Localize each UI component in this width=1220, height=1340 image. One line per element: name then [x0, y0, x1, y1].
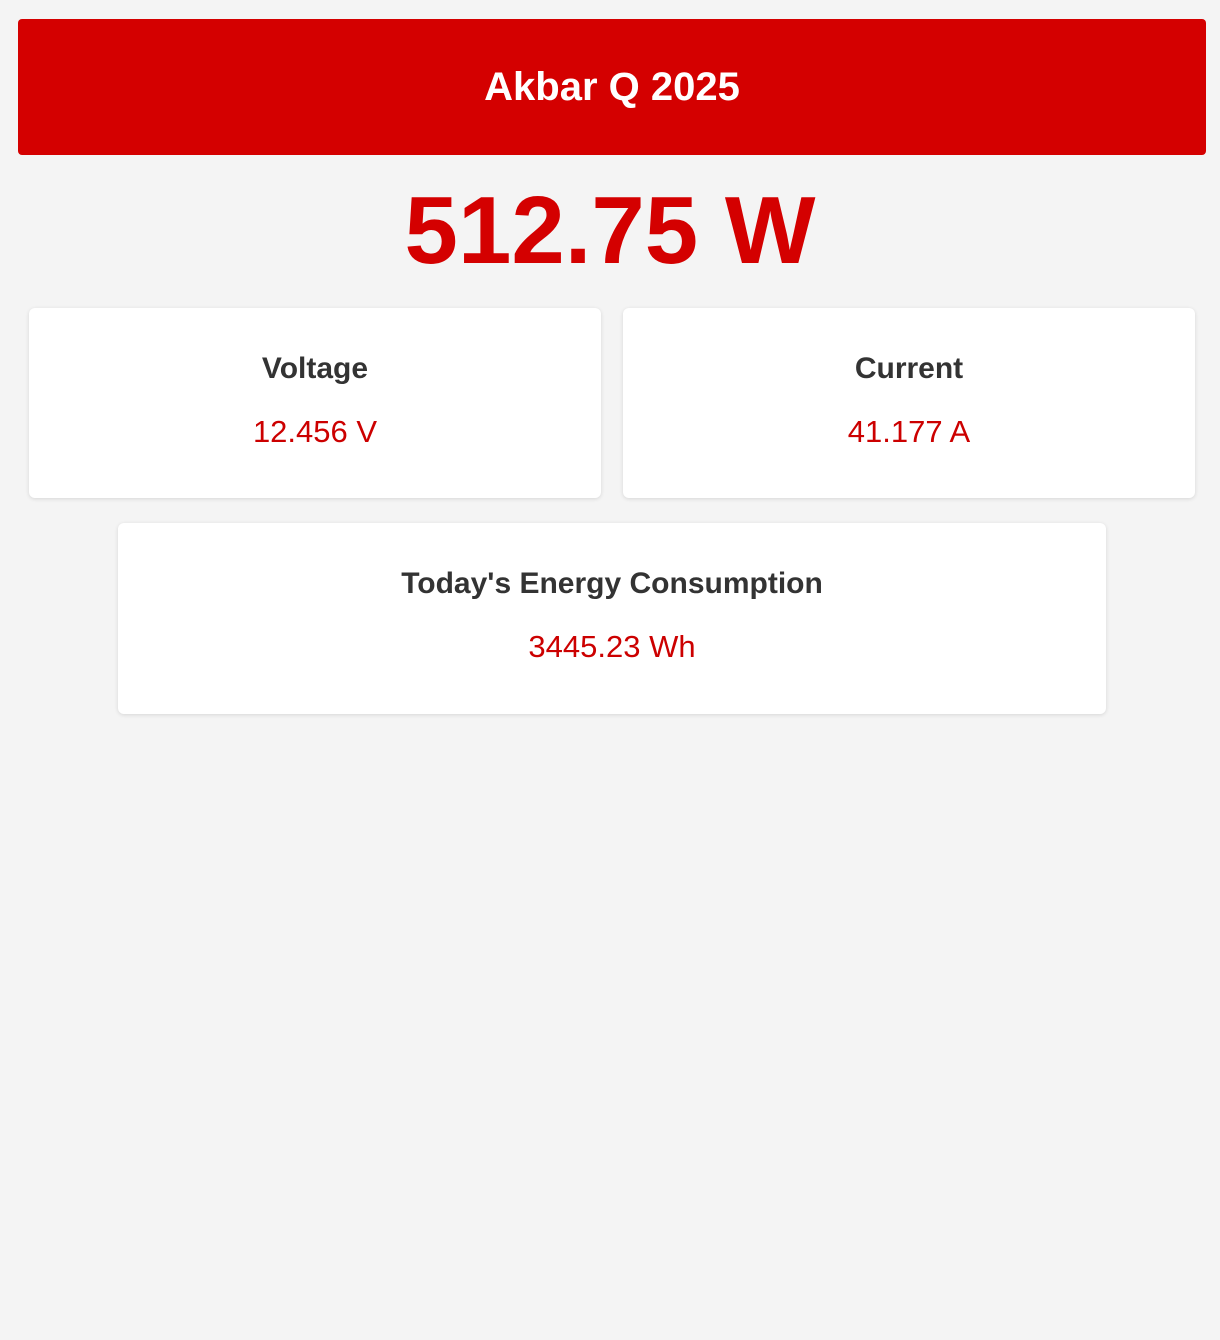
energy-value: 3445.23 Wh: [528, 629, 696, 664]
energy-card: Today's Energy Consumption 3445.23 Wh: [118, 523, 1106, 714]
voltage-value: 12.456 V: [252, 414, 378, 449]
power-readout: 512.75 W: [404, 177, 816, 284]
voltage-card: Voltage 12.456 V: [29, 308, 601, 498]
page-title: Akbar Q 2025: [484, 64, 740, 109]
voltage-label: Voltage: [261, 352, 369, 385]
header-banner: Akbar Q 2025: [18, 19, 1206, 155]
current-label: Current: [854, 352, 964, 385]
current-card: Current 41.177 A: [623, 308, 1195, 498]
current-value: 41.177 A: [847, 414, 971, 449]
energy-label: Today's Energy Consumption: [401, 567, 823, 600]
